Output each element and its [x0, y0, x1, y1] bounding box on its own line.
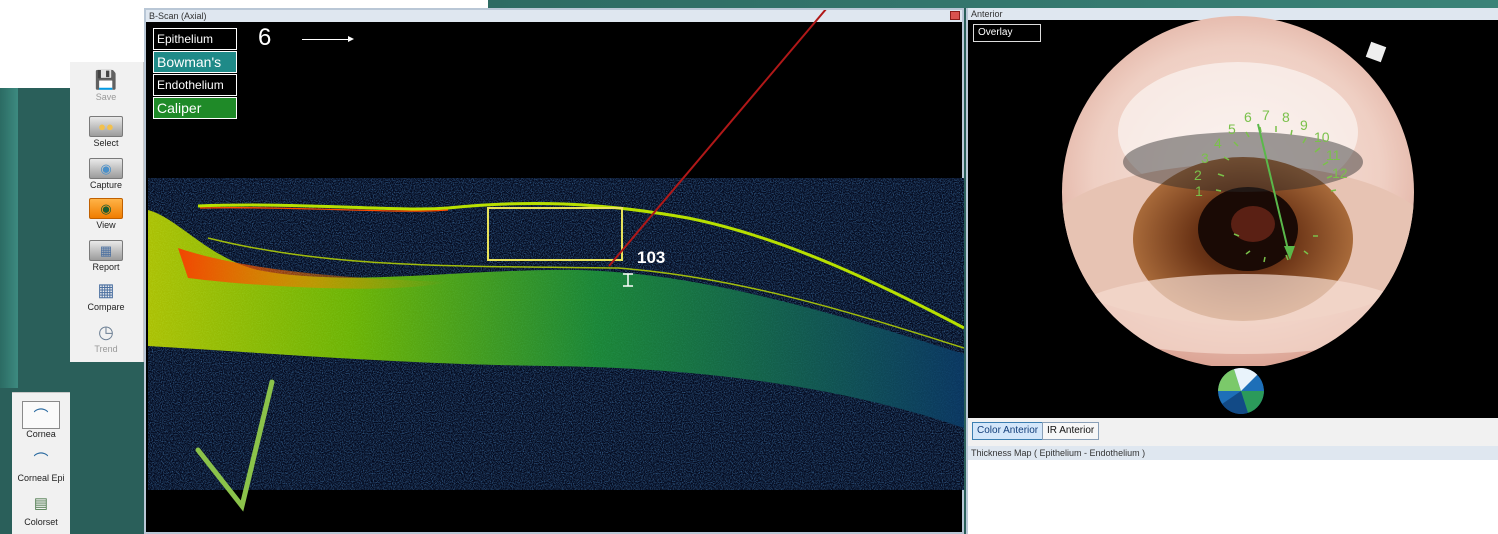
report-button[interactable]: ▦ Report: [73, 240, 139, 272]
clock-6: 6: [1244, 109, 1252, 125]
capture-label: Capture: [89, 180, 123, 190]
clock-12: 12: [1332, 165, 1348, 181]
clock-4: 4: [1214, 135, 1222, 151]
clock-5: 5: [1228, 121, 1236, 137]
corneal-epi-label: Corneal Epi: [17, 473, 65, 483]
checkmark-icon: [195, 379, 275, 512]
report-icon: ▦: [89, 240, 123, 261]
desktop-backdrop: [488, 0, 1498, 8]
anterior-eye-image: 1 2 3 4 5 6 7 8 9 10 11 12: [1062, 16, 1414, 366]
tab-color-anterior[interactable]: Color Anterior: [972, 422, 1044, 440]
compare-button[interactable]: ▦ Compare: [73, 280, 139, 312]
bscan-panel: B-Scan (Axial) Epithelium Bowman's Endot…: [144, 8, 964, 534]
clock-10: 10: [1314, 129, 1330, 145]
clock-11: 11: [1326, 147, 1341, 163]
select-label: Select: [93, 138, 119, 148]
trend-button[interactable]: ◷ Trend: [73, 322, 139, 354]
desktop-backdrop: [0, 78, 70, 88]
cornea-button[interactable]: ⌒ Cornea: [14, 401, 68, 439]
colorset-button[interactable]: ▤ Colorset: [14, 489, 68, 527]
colorset-label: Colorset: [24, 517, 58, 527]
thickness-map-titlebar: Thickness Map ( Epithelium - Endothelium…: [968, 446, 1498, 460]
anterior-tabstrip: Color Anterior IR Anterior: [966, 418, 1498, 446]
clock-2: 2: [1194, 167, 1202, 183]
camera-icon: ◉: [89, 158, 123, 179]
select-button[interactable]: ●● Select: [73, 116, 139, 148]
view-button[interactable]: ◉ View: [73, 198, 139, 230]
thickness-map-panel: Thickness Map ( Epithelium - Endothelium…: [966, 446, 1498, 534]
clock-3: 3: [1201, 150, 1209, 166]
eye-icon: ◉: [89, 198, 123, 219]
clock-icon: ◷: [98, 322, 114, 342]
scan-type-toolbar: ⌒ Cornea ⌒ Corneal Epi ▤ Colorset: [12, 392, 70, 534]
cornea-icon: ⌒: [22, 401, 60, 429]
desktop-backdrop: [0, 88, 18, 388]
cornea-label: Cornea: [26, 429, 56, 439]
clock-9: 9: [1300, 117, 1308, 133]
anterior-panel: Anterior Overlay 1 2 3 4 5 6 7 8 9 10 11…: [966, 8, 1498, 418]
report-label: Report: [92, 262, 120, 272]
clock-1: 1: [1195, 183, 1203, 199]
tab-ir-anterior[interactable]: IR Anterior: [1042, 422, 1100, 440]
screen: 💾 Save ●● Select ◉ Capture ◉ View ▦ Repo…: [0, 0, 1498, 534]
anterior-title: Anterior: [971, 9, 1003, 19]
compare-icon: ▦: [97, 280, 115, 300]
view-label: View: [96, 220, 116, 230]
scan-pattern-thumbnail[interactable]: [1218, 368, 1264, 414]
clock-7: 7: [1262, 107, 1270, 123]
thickness-map-title: Thickness Map ( Epithelium - Endothelium…: [971, 448, 1146, 458]
compare-label: Compare: [87, 302, 125, 312]
save-label: Save: [95, 92, 117, 102]
colorset-icon: ▤: [33, 495, 49, 512]
corneal-epi-button[interactable]: ⌒ Corneal Epi: [14, 445, 68, 484]
select-icon: ●●: [89, 116, 123, 137]
capture-button[interactable]: ◉ Capture: [73, 158, 139, 190]
trend-label: Trend: [94, 344, 118, 354]
corneal-epi-icon: ⌒: [33, 451, 49, 469]
main-toolbar: 💾 Save ●● Select ◉ Capture ◉ View ▦ Repo…: [70, 62, 144, 362]
save-icon: 💾: [94, 70, 118, 90]
clock-8: 8: [1282, 109, 1290, 125]
overlay-button[interactable]: Overlay: [973, 24, 1041, 42]
save-button[interactable]: 💾 Save: [73, 70, 139, 102]
annotation-overlay: [195, 10, 827, 512]
